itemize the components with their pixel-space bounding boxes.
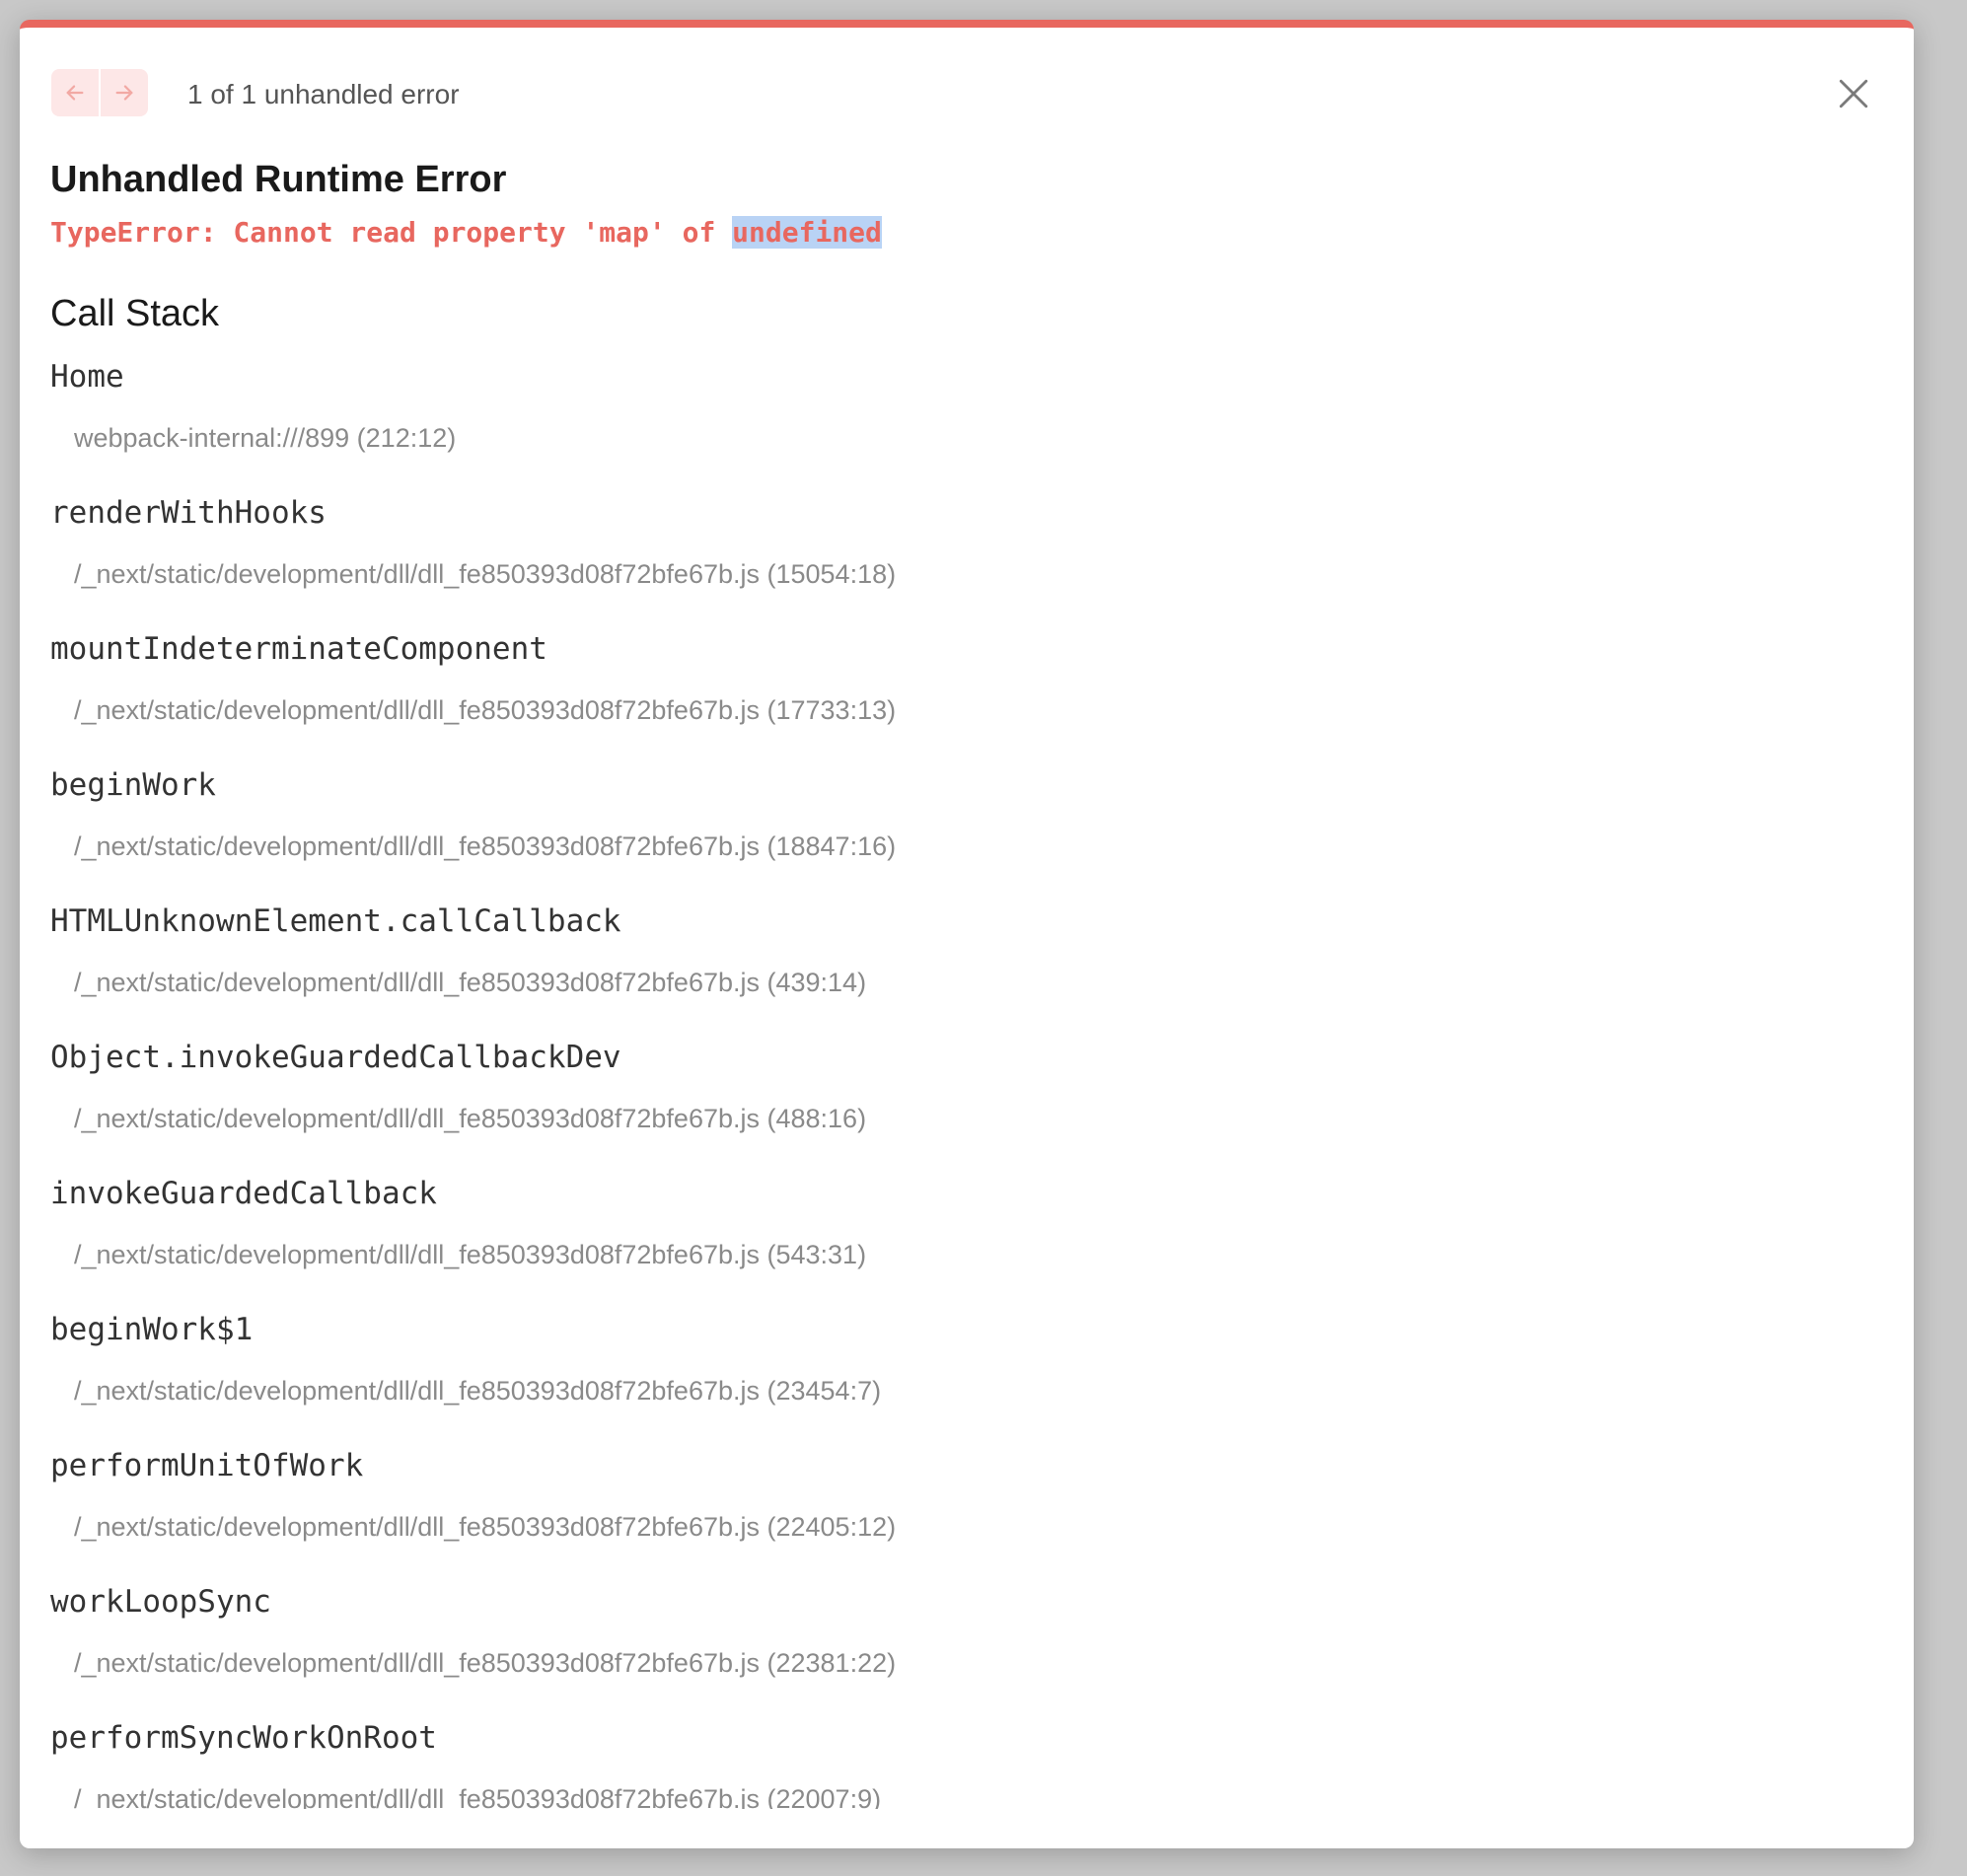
arrow-right-icon [115,85,133,101]
stack-frame-location: /_next/static/development/dll/dll_fe8503… [74,1512,897,1542]
stack-frame-function: Object.invokeGuardedCallbackDev [50,1040,621,1075]
stack-frame-function: Home [50,359,124,395]
stack-frame: performSyncWorkOnRoot /_next/static/deve… [50,1718,1882,1809]
stack-frame-function: beginWork [50,767,216,803]
close-button[interactable] [1829,69,1878,118]
stack-frame-location: /_next/static/development/dll/dll_fe8503… [74,1648,897,1678]
arrow-left-icon [66,85,84,101]
error-pagination [51,69,148,116]
call-stack-list: Home webpack-internal:///899 (212:12) re… [50,357,1882,1809]
error-count-label: 1 of 1 unhandled error [187,79,460,109]
stack-frame-location: /_next/static/development/dll/dll_fe8503… [74,559,897,589]
stack-frame-function: performSyncWorkOnRoot [50,1720,437,1756]
stack-frame: performUnitOfWork /_next/static/developm… [50,1446,1882,1582]
previous-error-button[interactable] [51,69,99,116]
stack-frame-function: invokeGuardedCallback [50,1176,437,1211]
stack-frame-location: /_next/static/development/dll/dll_fe8503… [74,968,867,997]
error-dialog: 1 of 1 unhandled error Unhandled Runtime… [20,20,1914,1848]
stack-frame-location: /_next/static/development/dll/dll_fe8503… [74,1784,882,1809]
stack-frame: Home webpack-internal:///899 (212:12) [50,357,1882,493]
next-error-button[interactable] [101,69,148,116]
stack-frame-function: workLoopSync [50,1584,271,1620]
stack-frame-location: webpack-internal:///899 (212:12) [74,423,457,453]
stack-frame-location: /_next/static/development/dll/dll_fe8503… [74,1240,867,1269]
call-stack-title: Call Stack [50,293,220,334]
close-icon [1839,79,1868,108]
stack-frame-function: beginWork$1 [50,1312,254,1347]
dialog-header: 1 of 1 unhandled error [51,69,1882,118]
stack-frame-function: renderWithHooks [50,495,327,531]
stack-frame-location: /_next/static/development/dll/dll_fe8503… [74,831,897,861]
stack-frame: beginWork$1 /_next/static/development/dl… [50,1310,1882,1446]
stack-frame-function: HTMLUnknownElement.callCallback [50,903,621,939]
stack-frame-function: mountIndeterminateComponent [50,631,547,667]
error-message: TypeError: Cannot read property 'map' of… [50,213,1882,253]
stack-frame: workLoopSync /_next/static/development/d… [50,1582,1882,1718]
stack-frame: invokeGuardedCallback /_next/static/deve… [50,1174,1882,1310]
stack-frame-location: /_next/static/development/dll/dll_fe8503… [74,1104,867,1133]
dialog-body: Unhandled Runtime Error TypeError: Canno… [50,156,1882,1809]
stack-frame-location: /_next/static/development/dll/dll_fe8503… [74,695,897,725]
error-message-highlight: undefined [732,216,882,249]
error-title: Unhandled Runtime Error [50,159,507,200]
stack-frame: beginWork /_next/static/development/dll/… [50,765,1882,902]
stack-frame: HTMLUnknownElement.callCallback /_next/s… [50,902,1882,1038]
stack-frame: mountIndeterminateComponent /_next/stati… [50,629,1882,765]
stack-frame-location: /_next/static/development/dll/dll_fe8503… [74,1376,882,1406]
stack-frame: Object.invokeGuardedCallbackDev /_next/s… [50,1038,1882,1174]
error-message-text: TypeError: Cannot read property 'map' of [50,216,733,249]
stack-frame: renderWithHooks /_next/static/developmen… [50,493,1882,629]
stack-frame-function: performUnitOfWork [50,1448,364,1483]
